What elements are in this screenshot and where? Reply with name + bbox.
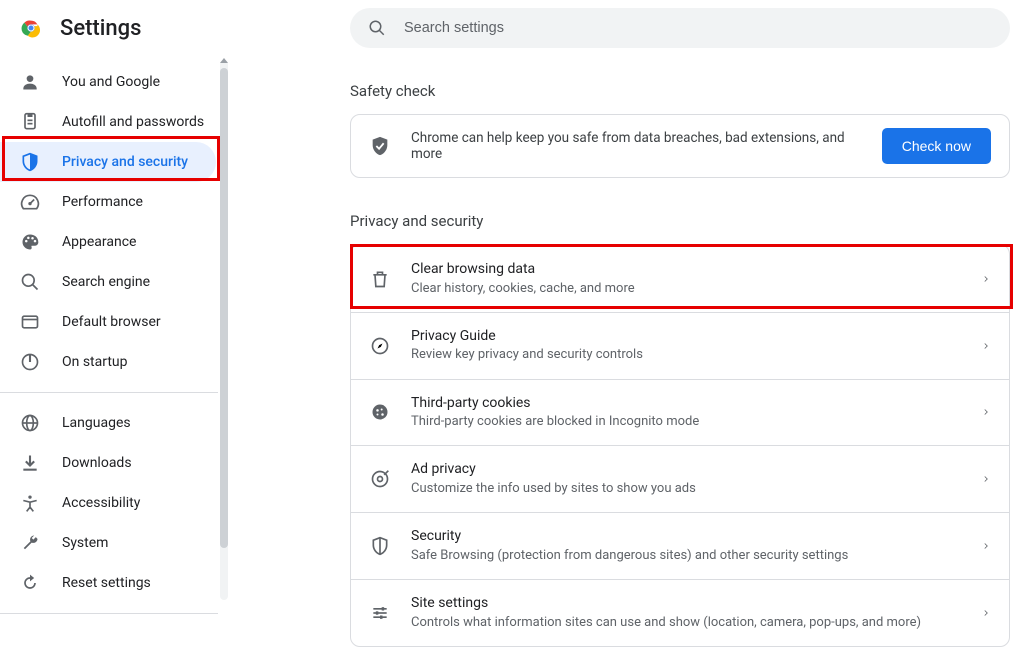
wrench-icon bbox=[20, 533, 40, 553]
ad-target-icon bbox=[369, 468, 391, 490]
sidebar-item-on-startup[interactable]: On startup bbox=[0, 342, 216, 382]
palette-icon bbox=[20, 232, 40, 252]
header: Settings bbox=[0, 0, 240, 56]
privacy-section-title: Privacy and security bbox=[350, 212, 1014, 230]
sidebar-item-privacy-security[interactable]: Privacy and security bbox=[0, 142, 216, 182]
shield-check-icon bbox=[369, 135, 391, 157]
sidebar-divider bbox=[0, 613, 218, 614]
safety-check-message: Chrome can help keep you safe from data … bbox=[411, 130, 862, 162]
sidebar-item-you-and-google[interactable]: You and Google bbox=[0, 62, 216, 102]
page-title: Settings bbox=[60, 16, 141, 41]
chevron-right-icon bbox=[981, 407, 991, 417]
chevron-right-icon bbox=[981, 474, 991, 484]
row-subtitle: Customize the info used by sites to show… bbox=[411, 480, 961, 498]
shield-icon bbox=[369, 535, 391, 557]
sidebar-item-label: Downloads bbox=[62, 455, 132, 471]
reset-icon bbox=[20, 573, 40, 593]
person-icon bbox=[20, 72, 40, 92]
sidebar-item-label: System bbox=[62, 535, 108, 551]
sidebar-item-label: Default browser bbox=[62, 314, 161, 330]
row-title: Clear browsing data bbox=[411, 260, 961, 280]
chevron-right-icon bbox=[981, 541, 991, 551]
search-bar[interactable] bbox=[350, 8, 1010, 48]
scroll-up-icon bbox=[220, 58, 228, 63]
row-third-party-cookies[interactable]: Third-party cookies Third-party cookies … bbox=[351, 379, 1009, 446]
sidebar-item-performance[interactable]: Performance bbox=[0, 182, 216, 222]
scrollbar-thumb[interactable] bbox=[220, 68, 228, 548]
sidebar-item-label: Accessibility bbox=[62, 495, 140, 511]
search-icon bbox=[20, 272, 40, 292]
sidebar-item-label: You and Google bbox=[62, 74, 160, 90]
chevron-right-icon bbox=[981, 341, 991, 351]
sidebar: Settings You and Google Autofill and pas… bbox=[0, 0, 240, 623]
sidebar-item-label: On startup bbox=[62, 354, 128, 370]
safety-check-title: Safety check bbox=[350, 82, 1014, 100]
sidebar-item-appearance[interactable]: Appearance bbox=[0, 222, 216, 262]
sidebar-item-label: Reset settings bbox=[62, 575, 151, 591]
sidebar-item-label: Performance bbox=[62, 194, 143, 210]
row-title: Site settings bbox=[411, 594, 961, 614]
cookie-icon bbox=[369, 401, 391, 423]
power-icon bbox=[20, 352, 40, 372]
row-security[interactable]: Security Safe Browsing (protection from … bbox=[351, 512, 1009, 579]
sliders-icon bbox=[369, 602, 391, 624]
sidebar-item-downloads[interactable]: Downloads bbox=[0, 443, 216, 483]
row-subtitle: Review key privacy and security controls bbox=[411, 346, 961, 364]
chevron-right-icon bbox=[981, 274, 991, 284]
globe-icon bbox=[20, 413, 40, 433]
sidebar-item-label: Appearance bbox=[62, 234, 136, 250]
sidebar-item-accessibility[interactable]: Accessibility bbox=[0, 483, 216, 523]
row-ad-privacy[interactable]: Ad privacy Customize the info used by si… bbox=[351, 445, 1009, 512]
row-site-settings[interactable]: Site settings Controls what information … bbox=[351, 579, 1009, 646]
row-title: Third-party cookies bbox=[411, 394, 961, 414]
compass-icon bbox=[369, 335, 391, 357]
row-subtitle: Clear history, cookies, cache, and more bbox=[411, 280, 961, 298]
autofill-icon bbox=[20, 112, 40, 132]
sidebar-divider bbox=[0, 392, 218, 393]
search-icon bbox=[368, 19, 386, 37]
safety-check-card: Chrome can help keep you safe from data … bbox=[350, 114, 1010, 178]
sidebar-item-label: Search engine bbox=[62, 274, 150, 290]
row-clear-browsing-data[interactable]: Clear browsing data Clear history, cooki… bbox=[351, 245, 1009, 312]
row-title: Privacy Guide bbox=[411, 327, 961, 347]
browser-icon bbox=[20, 312, 40, 332]
row-subtitle: Third-party cookies are blocked in Incog… bbox=[411, 413, 961, 431]
sidebar-scrollbar[interactable] bbox=[220, 60, 228, 600]
sidebar-scroll: You and Google Autofill and passwords Pr… bbox=[0, 56, 240, 623]
row-subtitle: Safe Browsing (protection from dangerous… bbox=[411, 547, 961, 565]
chrome-logo-icon bbox=[20, 17, 42, 39]
check-now-button[interactable]: Check now bbox=[882, 128, 991, 164]
row-title: Ad privacy bbox=[411, 460, 961, 480]
trash-icon bbox=[369, 268, 391, 290]
sidebar-item-label: Privacy and security bbox=[62, 154, 188, 170]
speedometer-icon bbox=[20, 192, 40, 212]
privacy-settings-list: Clear browsing data Clear history, cooki… bbox=[350, 244, 1010, 647]
row-privacy-guide[interactable]: Privacy Guide Review key privacy and sec… bbox=[351, 312, 1009, 379]
sidebar-item-label: Languages bbox=[62, 415, 131, 431]
sidebar-item-autofill[interactable]: Autofill and passwords bbox=[0, 102, 216, 142]
sidebar-item-reset-settings[interactable]: Reset settings bbox=[0, 563, 216, 603]
row-title: Security bbox=[411, 527, 961, 547]
accessibility-icon bbox=[20, 493, 40, 513]
sidebar-item-system[interactable]: System bbox=[0, 523, 216, 563]
search-input[interactable] bbox=[402, 19, 992, 37]
sidebar-item-default-browser[interactable]: Default browser bbox=[0, 302, 216, 342]
download-icon bbox=[20, 453, 40, 473]
chevron-right-icon bbox=[981, 608, 991, 618]
sidebar-item-languages[interactable]: Languages bbox=[0, 403, 216, 443]
sidebar-item-search-engine[interactable]: Search engine bbox=[0, 262, 216, 302]
shield-icon bbox=[20, 152, 40, 172]
sidebar-item-label: Autofill and passwords bbox=[62, 114, 204, 130]
main-content: Safety check Chrome can help keep you sa… bbox=[240, 0, 1024, 623]
